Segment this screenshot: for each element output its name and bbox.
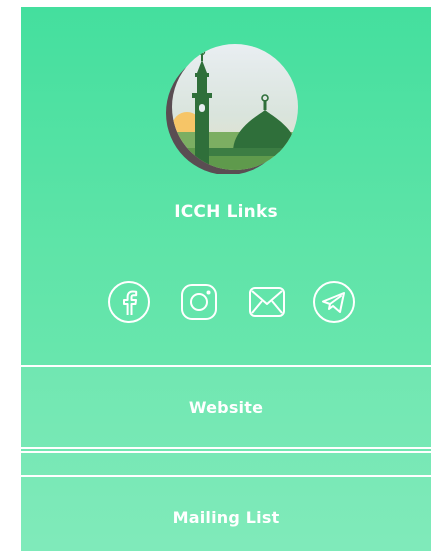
facebook-icon (108, 281, 150, 323)
mailing-list-link-button[interactable]: Mailing List (21, 475, 431, 551)
email-link[interactable] (245, 280, 289, 324)
instagram-icon (181, 284, 217, 320)
page: ICCH Links Website Mailing List (0, 0, 437, 551)
facebook-link[interactable] (107, 280, 151, 324)
profile-avatar (163, 44, 303, 175)
mailing-list-link-label: Mailing List (172, 507, 280, 527)
profile-title: ICCH Links (174, 202, 278, 222)
telegram-icon (313, 281, 355, 323)
website-link-button[interactable]: Website (21, 365, 431, 449)
mosque-icon (166, 44, 298, 175)
instagram-link[interactable] (177, 280, 221, 324)
link-page-panel: ICCH Links Website Mailing List (21, 7, 431, 551)
social-icons-row (107, 280, 357, 324)
telegram-link[interactable] (312, 280, 356, 324)
divider-link-button (21, 451, 431, 477)
email-icon (249, 287, 285, 317)
website-link-label: Website (188, 397, 264, 417)
